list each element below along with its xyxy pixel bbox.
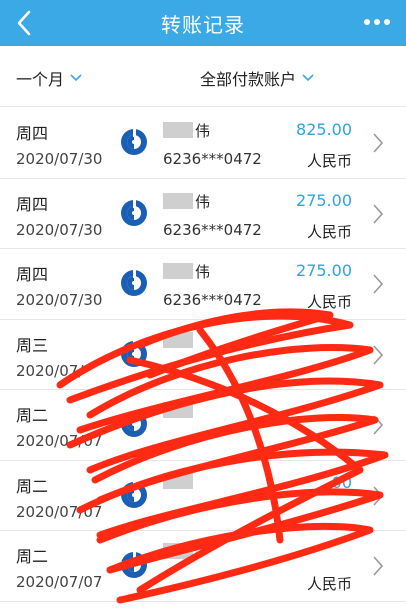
chevron-right-icon — [373, 133, 384, 153]
masked-name-block — [163, 122, 193, 138]
more-options-icon[interactable] — [364, 19, 390, 27]
amount-value: 275.00 — [296, 190, 352, 210]
chevron-right-icon — [373, 556, 384, 576]
date-label: 2020/07/30 — [16, 150, 103, 168]
masked-name-block — [163, 263, 193, 279]
bank-icon — [121, 480, 147, 508]
chevron-right-icon — [373, 274, 384, 294]
date-label: 2020/07/07 — [16, 432, 103, 450]
weekday-label: 周二 — [16, 476, 49, 496]
payee-name: 伟 — [163, 120, 210, 141]
filter-bar: 一个月 全部付款账户 — [0, 46, 406, 107]
account-number: 6236***0472 — [163, 150, 262, 168]
transfer-row[interactable]: 周二 2020/07/07 00 — [0, 460, 406, 531]
masked-name-block — [163, 331, 193, 348]
currency-label: 人民币 — [306, 152, 352, 170]
masked-name-block — [163, 402, 193, 418]
payee-name — [163, 472, 195, 491]
masked-name-block — [163, 192, 193, 209]
weekday-label: 周四 — [16, 124, 49, 143]
payee-name — [163, 331, 195, 350]
payee-name — [163, 402, 195, 420]
bank-icon — [121, 410, 147, 437]
period-filter-label: 一个月 — [16, 70, 65, 89]
masked-name-block — [163, 472, 193, 489]
transfer-row[interactable]: 周三 2020/07/ — [0, 319, 406, 390]
date-label: 2020/07/07 — [16, 573, 103, 591]
currency-label: 人民币 — [306, 575, 352, 593]
payee-name — [163, 543, 195, 561]
currency-label: 人民币 — [306, 293, 352, 311]
weekday-label: 周二 — [16, 406, 49, 425]
amount-value: 275.00 — [296, 261, 352, 280]
account-number: 6236***0472 — [163, 220, 262, 239]
weekday-label: 周二 — [16, 547, 49, 566]
payee-name: 伟 — [163, 191, 210, 212]
account-filter-dropdown[interactable]: 全部付款账户 — [200, 66, 314, 90]
weekday-label: 周四 — [16, 194, 49, 214]
payee-name: 伟 — [163, 261, 210, 282]
transfer-row[interactable]: 周二 2020/07/07 — [0, 390, 406, 461]
chevron-down-icon — [70, 74, 82, 82]
account-number: 6236***0472 — [163, 291, 262, 309]
weekday-label: 周三 — [16, 335, 49, 355]
date-label: 2020/07/ — [16, 361, 84, 380]
chevron-right-icon — [373, 203, 384, 224]
chevron-down-icon — [302, 74, 314, 82]
ccb-bank-icon — [121, 269, 147, 296]
chevron-right-icon — [373, 485, 384, 506]
chevron-right-icon — [373, 415, 384, 435]
date-label: 2020/07/30 — [16, 220, 103, 239]
ccb-bank-icon — [121, 198, 147, 226]
transfer-list: 周四 2020/07/30 伟 6236***0472 825.00 人民币 周… — [0, 108, 406, 602]
masked-name-block — [163, 543, 193, 559]
ccb-bank-icon — [121, 128, 147, 155]
transfer-row[interactable]: 周二 2020/07/07 人民币 — [0, 531, 406, 602]
chevron-right-icon — [373, 344, 384, 365]
transfer-row[interactable]: 周四 2020/07/30 伟 6236***0472 825.00 人民币 — [0, 108, 406, 179]
amount-value: 00 — [331, 472, 352, 492]
transfer-row[interactable]: 周四 2020/07/30 伟 6236***0472 275.00 人民币 — [0, 249, 406, 320]
app-header: 转账记录 — [0, 0, 406, 46]
page-title: 转账记录 — [161, 13, 245, 37]
account-filter-label: 全部付款账户 — [200, 70, 297, 89]
bank-icon — [121, 551, 147, 578]
transfer-row[interactable]: 周四 2020/07/30 伟 6236***0472 275.00 人民币 — [0, 178, 406, 249]
amount-value: 825.00 — [296, 120, 352, 139]
date-label: 2020/07/30 — [16, 291, 103, 309]
currency-label: 人民币 — [306, 222, 352, 241]
weekday-label: 周四 — [16, 265, 49, 284]
bank-icon — [121, 339, 147, 367]
date-label: 2020/07/07 — [16, 502, 103, 521]
period-filter-dropdown[interactable]: 一个月 — [16, 66, 82, 90]
